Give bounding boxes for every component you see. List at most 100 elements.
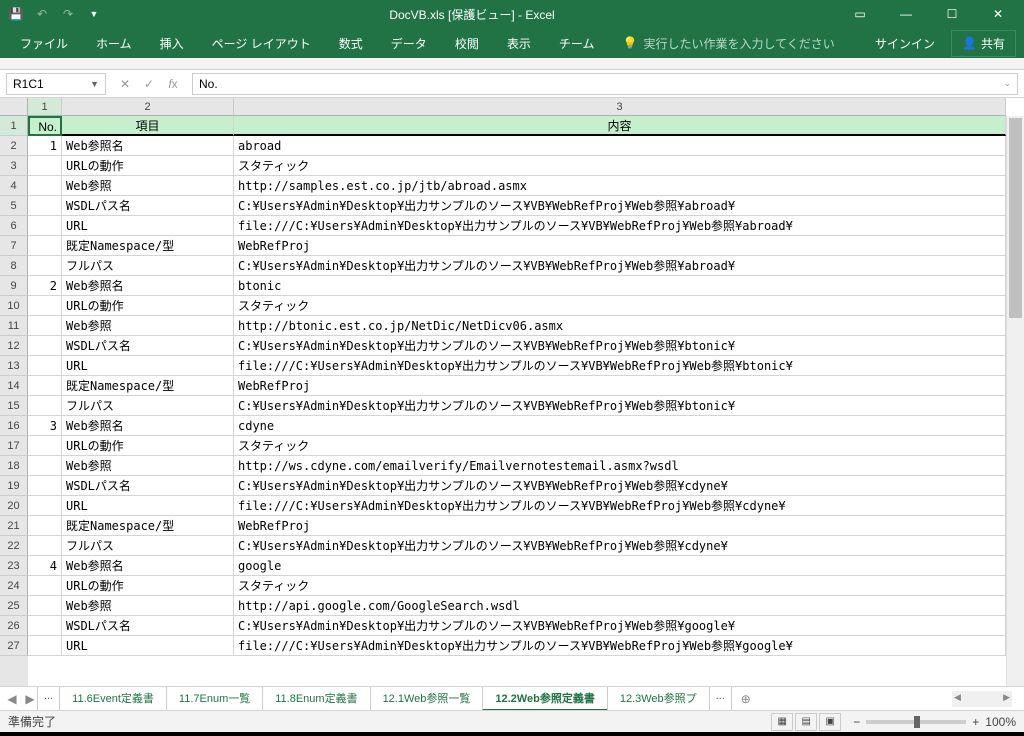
pagelayout-view-icon[interactable]: ▤ xyxy=(795,713,817,731)
cell[interactable]: WebRefProj xyxy=(234,376,1006,396)
cell[interactable]: C:¥Users¥Admin¥Desktop¥出力サンプルのソース¥VB¥Web… xyxy=(234,536,1006,556)
cell[interactable] xyxy=(28,636,62,656)
normal-view-icon[interactable]: ▦ xyxy=(771,713,793,731)
cell[interactable] xyxy=(28,216,62,236)
fx-icon[interactable]: fx xyxy=(162,73,184,95)
cell[interactable]: フルパス xyxy=(62,536,234,556)
row-header[interactable]: 26 xyxy=(0,616,28,636)
sheet-tab[interactable]: 12.1Web参照一覧 xyxy=(370,687,484,711)
tab-file[interactable]: ファイル xyxy=(8,28,80,58)
cell[interactable]: http://samples.est.co.jp/jtb/abroad.asmx xyxy=(234,176,1006,196)
cell[interactable]: file:///C:¥Users¥Admin¥Desktop¥出力サンプルのソー… xyxy=(234,216,1006,236)
enter-icon[interactable]: ✓ xyxy=(138,73,160,95)
undo-icon[interactable]: ↶ xyxy=(30,2,54,26)
cell[interactable]: Web参照名 xyxy=(62,136,234,156)
cell[interactable]: フルパス xyxy=(62,396,234,416)
sheet-tab[interactable]: 12.3Web参照プ xyxy=(607,687,710,711)
cell[interactable]: スタティック xyxy=(234,296,1006,316)
cell[interactable] xyxy=(28,576,62,596)
cell[interactable]: Web参照 xyxy=(62,176,234,196)
cell[interactable]: C:¥Users¥Admin¥Desktop¥出力サンプルのソース¥VB¥Web… xyxy=(234,616,1006,636)
cell[interactable] xyxy=(28,156,62,176)
row-header[interactable]: 15 xyxy=(0,396,28,416)
select-all-corner[interactable] xyxy=(0,98,28,116)
cell[interactable]: btonic xyxy=(234,276,1006,296)
sheet-tab[interactable]: 11.8Enum定義書 xyxy=(262,687,370,711)
cell[interactable]: 既定Namespace/型 xyxy=(62,236,234,256)
col-header[interactable]: 3 xyxy=(234,98,1006,116)
cell[interactable]: WSDLパス名 xyxy=(62,336,234,356)
cell[interactable] xyxy=(28,436,62,456)
cell[interactable]: URL xyxy=(62,636,234,656)
tab-view[interactable]: 表示 xyxy=(495,28,543,58)
cell[interactable] xyxy=(28,596,62,616)
sheet-tab[interactable]: 11.6Event定義書 xyxy=(59,687,167,711)
cell[interactable] xyxy=(28,196,62,216)
cell[interactable]: URLの動作 xyxy=(62,296,234,316)
row-header[interactable]: 1 xyxy=(0,116,28,136)
cell[interactable] xyxy=(28,476,62,496)
row-header[interactable]: 6 xyxy=(0,216,28,236)
cell[interactable]: WebRefProj xyxy=(234,516,1006,536)
chevron-down-icon[interactable]: ▼ xyxy=(90,79,99,89)
row-header[interactable]: 16 xyxy=(0,416,28,436)
col-header[interactable]: 2 xyxy=(62,98,234,116)
zoom-slider[interactable] xyxy=(866,720,966,724)
tab-insert[interactable]: 挿入 xyxy=(148,28,196,58)
redo-icon[interactable]: ↷ xyxy=(56,2,80,26)
scroll-right-icon[interactable]: ▶ xyxy=(1003,692,1010,703)
name-box[interactable]: R1C1▼ xyxy=(6,73,106,95)
save-icon[interactable]: 💾 xyxy=(4,2,28,26)
row-header[interactable]: 19 xyxy=(0,476,28,496)
row-header[interactable]: 2 xyxy=(0,136,28,156)
cell[interactable]: Web参照 xyxy=(62,596,234,616)
cell[interactable]: 2 xyxy=(28,276,62,296)
col-header[interactable]: 1 xyxy=(28,98,62,116)
zoom-in-icon[interactable]: + xyxy=(972,715,979,729)
row-header[interactable]: 8 xyxy=(0,256,28,276)
cell[interactable]: WSDLパス名 xyxy=(62,616,234,636)
row-header[interactable]: 22 xyxy=(0,536,28,556)
add-sheet-icon[interactable]: ⊕ xyxy=(736,692,756,706)
cell[interactable]: Web参照 xyxy=(62,316,234,336)
cell[interactable] xyxy=(28,456,62,476)
cell[interactable]: 内容 xyxy=(234,116,1006,136)
cell[interactable] xyxy=(28,256,62,276)
cell[interactable]: スタティック xyxy=(234,576,1006,596)
sheet-tab[interactable]: ... xyxy=(37,687,60,711)
sheet-next-icon[interactable]: ▶ xyxy=(22,692,38,706)
cell[interactable]: file:///C:¥Users¥Admin¥Desktop¥出力サンプルのソー… xyxy=(234,636,1006,656)
cell[interactable]: file:///C:¥Users¥Admin¥Desktop¥出力サンプルのソー… xyxy=(234,496,1006,516)
sheet-tab[interactable]: 12.2Web参照定義書 xyxy=(482,687,607,711)
cell[interactable]: Web参照名 xyxy=(62,416,234,436)
tab-data[interactable]: データ xyxy=(379,28,439,58)
cell[interactable]: C:¥Users¥Admin¥Desktop¥出力サンプルのソース¥VB¥Web… xyxy=(234,256,1006,276)
cancel-icon[interactable]: ✕ xyxy=(114,73,136,95)
zoom-thumb[interactable] xyxy=(914,716,920,728)
sheet-tab[interactable]: ... xyxy=(709,687,732,711)
zoom-label[interactable]: 100% xyxy=(985,715,1016,729)
cell[interactable]: WSDLパス名 xyxy=(62,476,234,496)
cell[interactable] xyxy=(28,496,62,516)
sheet-first-icon[interactable]: ◀ xyxy=(4,692,20,706)
cell[interactable] xyxy=(28,536,62,556)
share-button[interactable]: 👤共有 xyxy=(951,30,1016,57)
maximize-icon[interactable]: ☐ xyxy=(930,0,974,28)
cell[interactable]: 既定Namespace/型 xyxy=(62,516,234,536)
cell[interactable]: URL xyxy=(62,216,234,236)
cell[interactable]: 項目 xyxy=(62,116,234,136)
row-header[interactable]: 18 xyxy=(0,456,28,476)
cell[interactable]: 4 xyxy=(28,556,62,576)
cell[interactable] xyxy=(28,336,62,356)
row-header[interactable]: 13 xyxy=(0,356,28,376)
row-header[interactable]: 17 xyxy=(0,436,28,456)
cell[interactable]: URL xyxy=(62,356,234,376)
cell[interactable] xyxy=(28,616,62,636)
chevron-down-icon[interactable]: ⌄ xyxy=(1003,78,1011,89)
tab-team[interactable]: チーム xyxy=(547,28,607,58)
scrollbar-thumb[interactable] xyxy=(1009,118,1022,318)
cell[interactable]: http://api.google.com/GoogleSearch.wsdl xyxy=(234,596,1006,616)
row-header[interactable]: 27 xyxy=(0,636,28,656)
row-header[interactable]: 23 xyxy=(0,556,28,576)
row-header[interactable]: 20 xyxy=(0,496,28,516)
